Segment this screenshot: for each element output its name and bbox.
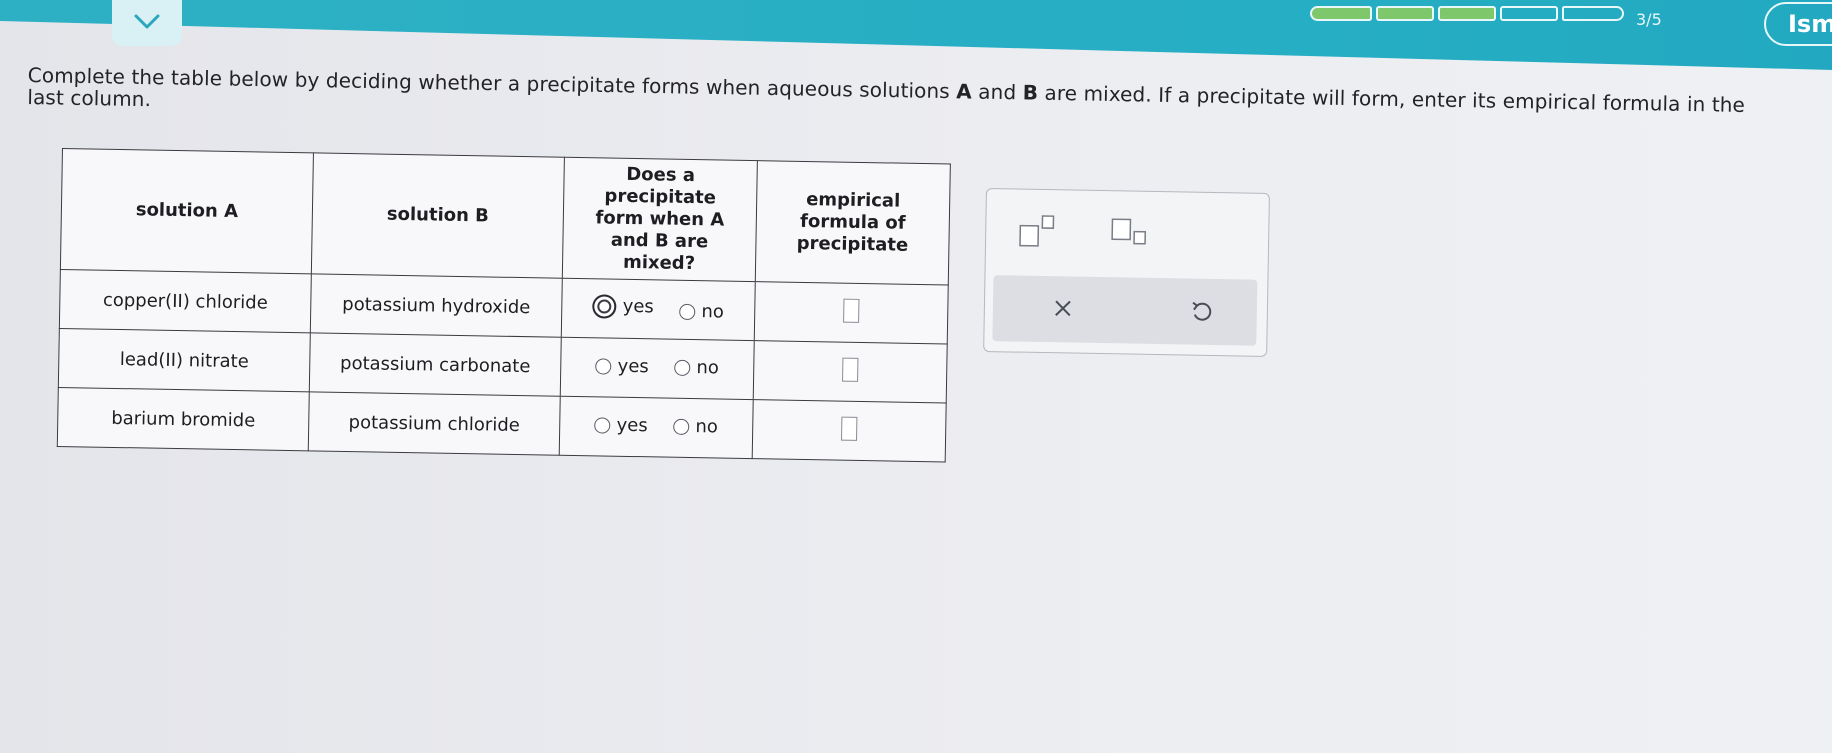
cell-precipitate-choice: yes no	[559, 396, 754, 459]
user-name: Isma	[1788, 10, 1832, 38]
header-precipitate-question: Does a precipitate form when A and B are…	[562, 157, 758, 282]
no-label: no	[696, 357, 720, 379]
header-formula-text: empirical formula of precipitate	[796, 188, 909, 256]
yes-radio[interactable]	[595, 358, 612, 375]
close-icon	[1055, 300, 1071, 317]
formula-input[interactable]	[842, 357, 859, 382]
superscript-icon	[1019, 215, 1055, 247]
chevron-down-icon	[134, 14, 160, 29]
no-option[interactable]: no	[679, 301, 724, 323]
prompt-text: Complete the table below by deciding whe…	[27, 63, 957, 104]
no-label: no	[701, 301, 725, 323]
yes-option[interactable]: yes	[594, 414, 648, 437]
subscript-tool-button[interactable]	[1110, 217, 1155, 256]
header-solution-a: solution A	[60, 148, 314, 274]
yes-option[interactable]: yes	[595, 355, 649, 378]
progress-segment	[1562, 6, 1624, 21]
superscript-tool-button[interactable]	[1018, 214, 1063, 253]
cell-solution-b: potassium chloride	[308, 391, 561, 456]
no-label: no	[695, 416, 719, 438]
formula-input[interactable]	[841, 416, 858, 441]
table-header-row: solution A solution B Does a precipitate…	[60, 148, 951, 285]
undo-button[interactable]	[1189, 299, 1216, 329]
progress-segment	[1438, 6, 1496, 21]
prompt-bold-a: A	[956, 79, 973, 104]
undo-icon	[1192, 301, 1212, 321]
no-radio[interactable]	[674, 359, 691, 376]
yes-label: yes	[622, 295, 654, 318]
yes-radio[interactable]	[594, 417, 611, 434]
palette-actions	[992, 275, 1258, 346]
user-menu[interactable]: Isma	[1764, 2, 1832, 46]
header-precipitate-text: Does a precipitate form when A and B are…	[595, 163, 725, 275]
collapse-tab[interactable]	[112, 0, 182, 46]
yes-option[interactable]: yes	[592, 293, 654, 319]
cell-formula	[753, 340, 948, 403]
formula-input[interactable]	[843, 298, 860, 323]
precipitate-table: solution A solution B Does a precipitate…	[56, 148, 951, 463]
cell-formula	[752, 399, 947, 462]
progress-bar	[1310, 6, 1624, 21]
yes-label: yes	[616, 414, 648, 437]
subscript-icon	[1111, 218, 1147, 245]
progress-segment	[1310, 6, 1372, 21]
cell-formula	[754, 281, 949, 344]
cell-solution-a: lead(II) nitrate	[58, 328, 311, 392]
clear-button[interactable]	[1051, 296, 1075, 324]
no-radio[interactable]	[673, 418, 690, 435]
page: 3/5 Isma Complete the table below by dec…	[0, 0, 1832, 753]
no-option[interactable]: no	[674, 357, 719, 379]
cell-solution-a: barium bromide	[57, 387, 310, 451]
cell-solution-b: potassium carbonate	[309, 332, 562, 397]
prompt-text: and	[971, 79, 1023, 105]
header-formula: empirical formula of precipitate	[755, 160, 951, 285]
progress-count: 3/5	[1636, 10, 1662, 29]
header-solution-b: solution B	[311, 152, 565, 279]
question-prompt: Complete the table below by deciding whe…	[27, 63, 1748, 138]
yes-label: yes	[617, 355, 649, 378]
formula-tool-palette	[983, 188, 1270, 357]
no-radio[interactable]	[679, 303, 696, 320]
cell-precipitate-choice: yes no	[561, 278, 756, 341]
cell-precipitate-choice: yes no	[560, 337, 755, 400]
no-option[interactable]: no	[673, 416, 718, 438]
prompt-bold-b: B	[1022, 80, 1039, 105]
cell-solution-b: potassium hydroxide	[310, 273, 563, 338]
cell-solution-a: copper(II) chloride	[59, 269, 312, 333]
yes-radio[interactable]	[592, 293, 617, 319]
progress-segment	[1500, 6, 1558, 21]
progress-segment	[1376, 6, 1434, 21]
